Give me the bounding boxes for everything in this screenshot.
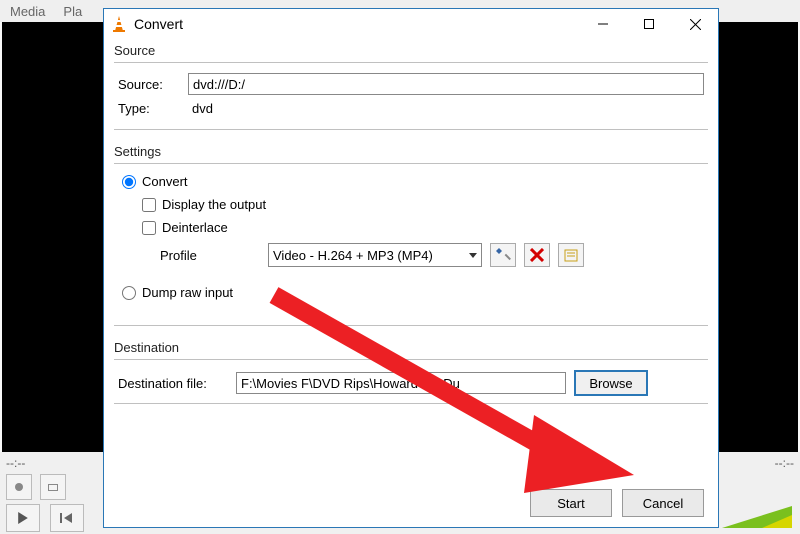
time-total: --:-- bbox=[775, 456, 794, 470]
close-button[interactable] bbox=[672, 9, 718, 39]
dialog-title: Convert bbox=[134, 16, 183, 32]
source-group: Source Source: Type: dvd bbox=[114, 43, 708, 126]
minimize-button[interactable] bbox=[580, 9, 626, 39]
display-output-label: Display the output bbox=[162, 197, 266, 212]
type-value: dvd bbox=[188, 101, 213, 116]
time-elapsed: --:-- bbox=[6, 456, 25, 470]
previous-icon bbox=[60, 513, 74, 523]
titlebar: Convert bbox=[104, 9, 718, 39]
start-button[interactable]: Start bbox=[530, 489, 612, 517]
source-input[interactable] bbox=[188, 73, 704, 95]
play-button[interactable] bbox=[6, 504, 40, 532]
destination-file-label: Destination file: bbox=[118, 376, 228, 391]
convert-radio[interactable]: Convert bbox=[122, 174, 704, 189]
dump-raw-radio[interactable]: Dump raw input bbox=[122, 285, 704, 300]
tools-icon bbox=[495, 247, 511, 263]
maximize-icon bbox=[644, 19, 654, 29]
deinterlace-label: Deinterlace bbox=[162, 220, 228, 235]
volume-slider[interactable] bbox=[722, 506, 792, 528]
type-label: Type: bbox=[118, 101, 188, 116]
settings-group-label: Settings bbox=[114, 144, 708, 159]
display-output-checkbox[interactable]: Display the output bbox=[142, 197, 704, 212]
vlc-cone-icon bbox=[110, 15, 128, 33]
snapshot-button[interactable] bbox=[40, 474, 66, 500]
deinterlace-checkbox[interactable]: Deinterlace bbox=[142, 220, 704, 235]
maximize-button[interactable] bbox=[626, 9, 672, 39]
cancel-button[interactable]: Cancel bbox=[622, 489, 704, 517]
delete-icon bbox=[530, 248, 544, 262]
destination-group: Destination Destination file: Browse bbox=[114, 340, 708, 400]
destination-group-label: Destination bbox=[114, 340, 708, 355]
profile-value: Video - H.264 + MP3 (MP4) bbox=[273, 248, 433, 263]
new-profile-button[interactable] bbox=[558, 243, 584, 267]
menu-playback[interactable]: Pla bbox=[63, 4, 82, 19]
minimize-icon bbox=[598, 19, 608, 29]
chevron-down-icon bbox=[469, 253, 477, 258]
convert-dialog: Convert Source Source: Type: dvd bbox=[103, 8, 719, 528]
edit-profile-button[interactable] bbox=[490, 243, 516, 267]
profile-select[interactable]: Video - H.264 + MP3 (MP4) bbox=[268, 243, 482, 267]
convert-radio-label: Convert bbox=[142, 174, 188, 189]
previous-button[interactable] bbox=[50, 504, 84, 532]
profile-label: Profile bbox=[160, 248, 260, 263]
delete-profile-button[interactable] bbox=[524, 243, 550, 267]
destination-file-input[interactable] bbox=[236, 372, 566, 394]
settings-group: Settings Convert Display the output Dein… bbox=[114, 144, 708, 322]
browse-button[interactable]: Browse bbox=[574, 370, 648, 396]
play-icon bbox=[17, 512, 29, 524]
close-icon bbox=[690, 19, 701, 30]
record-button[interactable] bbox=[6, 474, 32, 500]
source-group-label: Source bbox=[114, 43, 708, 58]
new-profile-icon bbox=[563, 247, 579, 263]
dump-raw-label: Dump raw input bbox=[142, 285, 233, 300]
source-label: Source: bbox=[118, 77, 188, 92]
menu-media[interactable]: Media bbox=[10, 4, 45, 19]
